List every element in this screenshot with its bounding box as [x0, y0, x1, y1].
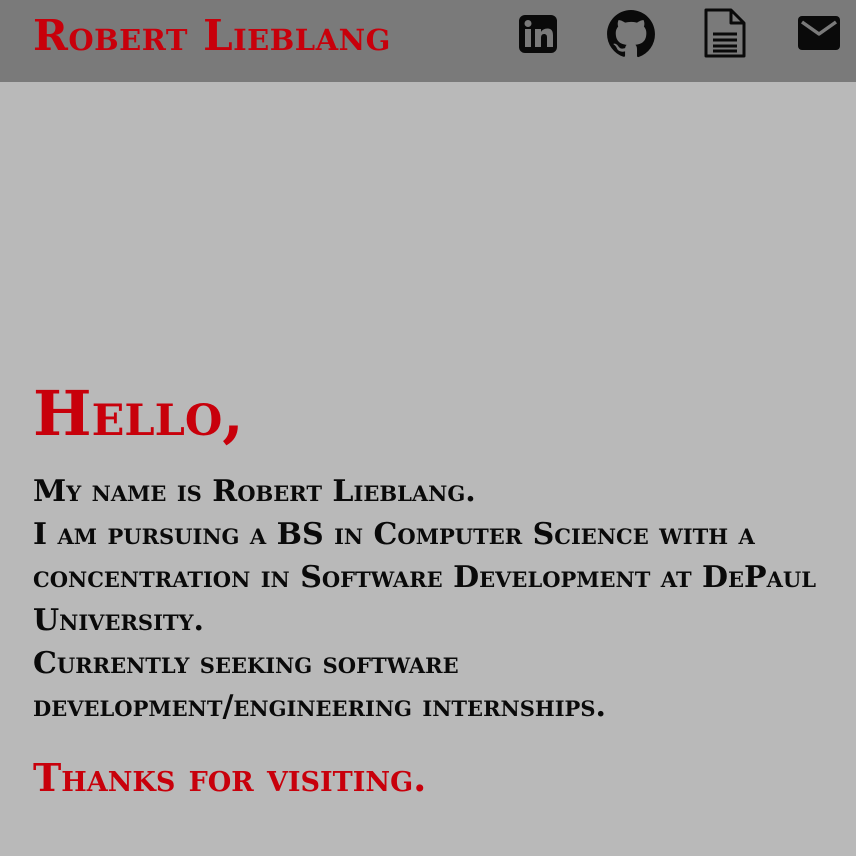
resume-icon[interactable] — [702, 7, 748, 59]
greeting-heading: Hello, — [33, 377, 244, 450]
top-nav-bar: Robert Lieblang — [0, 0, 856, 82]
mail-icon[interactable] — [797, 15, 841, 51]
site-name[interactable]: Robert Lieblang — [33, 10, 391, 62]
intro-line: I am pursuing a BS in Computer Science w… — [33, 517, 816, 638]
linkedin-icon[interactable] — [518, 14, 558, 54]
thanks-message: Thanks for visiting. — [33, 755, 427, 800]
intro-section: Hello, My name is Robert Lieblang. I am … — [33, 380, 833, 802]
github-icon[interactable] — [606, 9, 656, 59]
intro-text: My name is Robert Lieblang. I am pursuin… — [33, 470, 833, 728]
intro-line: Currently seeking software development/e… — [33, 646, 606, 724]
intro-line: My name is Robert Lieblang. — [33, 474, 476, 509]
